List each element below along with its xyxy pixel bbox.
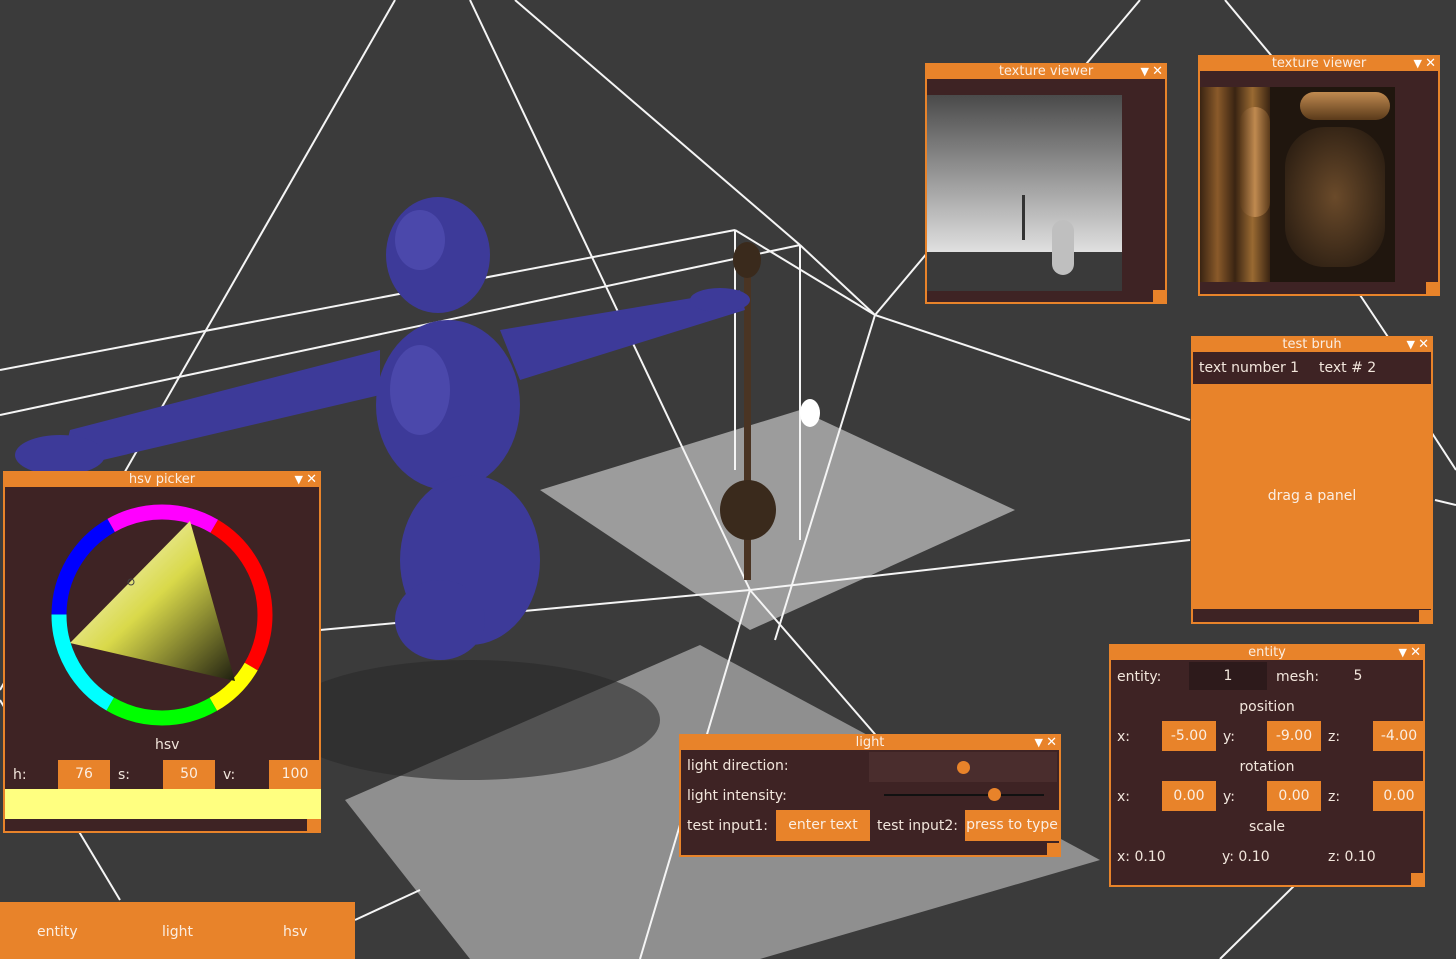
s-input[interactable]: 50	[163, 760, 215, 789]
light-title: light	[855, 736, 885, 750]
resize-handle[interactable]	[1419, 610, 1431, 622]
chevron-down-icon[interactable]: ▼	[1407, 338, 1415, 352]
h-label: h:	[13, 767, 27, 783]
texture-viewer-titlebar[interactable]: texture viewer ▼ ✕	[1200, 57, 1438, 71]
color-wheel[interactable]	[50, 503, 275, 728]
texture-blade	[1300, 92, 1390, 120]
text-number-2: text # 2	[1319, 360, 1377, 376]
texture-horn	[1240, 107, 1270, 217]
texture-viewer-titlebar[interactable]: texture viewer ▼ ✕	[927, 65, 1165, 79]
direction-handle[interactable]	[957, 761, 970, 774]
texture-skull	[1285, 127, 1385, 267]
taskbar-item-entity[interactable]: entity	[37, 924, 78, 940]
close-icon[interactable]: ✕	[1425, 57, 1436, 71]
chevron-down-icon[interactable]: ▼	[1035, 736, 1043, 750]
taskbar-item-hsv[interactable]: hsv	[283, 924, 307, 940]
v-input[interactable]: 100	[269, 760, 321, 789]
mesh-label: mesh:	[1276, 669, 1320, 685]
test-bruh-titlebar[interactable]: test bruh ▼ ✕	[1193, 338, 1431, 352]
light-direction-label: light direction:	[687, 758, 789, 774]
entity-title: entity	[1248, 646, 1286, 660]
rotation-x-input[interactable]: 0.00	[1162, 781, 1216, 811]
staff-top	[733, 242, 761, 278]
text-number-1: text number 1	[1199, 360, 1300, 376]
entity-panel[interactable]: entity ▼ ✕ entity: 1 mesh: 5 position x:…	[1109, 644, 1425, 887]
light-intensity-label: light intensity:	[687, 788, 787, 804]
light-gizmo-icon[interactable]	[800, 399, 820, 427]
figure-silhouette	[1052, 220, 1074, 275]
mesh-id-field[interactable]: 5	[1319, 662, 1397, 690]
diffuse-texture-image	[1200, 87, 1395, 282]
chevron-down-icon[interactable]: ▼	[1414, 57, 1422, 71]
test-input1-label: test input1:	[687, 818, 768, 834]
light-panel[interactable]: light ▼ ✕ light direction: light intensi…	[679, 734, 1061, 857]
close-icon[interactable]: ✕	[306, 473, 317, 487]
taskbar-item-light[interactable]: light	[162, 924, 193, 940]
position-heading: position	[1239, 699, 1295, 715]
resize-handle[interactable]	[1411, 873, 1423, 885]
panel-taskbar: entity light hsv	[0, 902, 355, 959]
depth-texture-image	[927, 95, 1122, 291]
scale-x-value[interactable]: x: 0.10	[1117, 849, 1166, 865]
resize-handle[interactable]	[1426, 282, 1438, 294]
rotation-y-input[interactable]: 0.00	[1267, 781, 1321, 811]
entity-id-field[interactable]: 1	[1189, 662, 1267, 690]
scale-heading: scale	[1248, 819, 1286, 835]
rotation-z-label: z:	[1328, 789, 1341, 805]
position-x-input[interactable]: -5.00	[1162, 721, 1216, 751]
test-bruh-title: test bruh	[1282, 338, 1342, 352]
entity-titlebar[interactable]: entity ▼ ✕	[1111, 646, 1423, 660]
resize-handle[interactable]	[1153, 290, 1165, 302]
drag-panel-label: drag a panel	[1267, 488, 1357, 504]
chevron-down-icon[interactable]: ▼	[295, 473, 303, 487]
hsv-picker-titlebar[interactable]: hsv picker ▼ ✕	[5, 473, 319, 487]
test-bruh-panel[interactable]: test bruh ▼ ✕ text number 1 text # 2 dra…	[1191, 336, 1433, 624]
color-preview-swatch	[5, 789, 321, 819]
resize-handle[interactable]	[307, 819, 319, 831]
chevron-down-icon[interactable]: ▼	[1141, 65, 1149, 79]
entity-label: entity:	[1117, 669, 1162, 685]
rotation-y-label: y:	[1223, 789, 1235, 805]
close-icon[interactable]: ✕	[1410, 646, 1421, 660]
s-label: s:	[118, 767, 131, 783]
scale-z-value[interactable]: z: 0.10	[1328, 849, 1376, 865]
texture-viewer-title: texture viewer	[998, 65, 1094, 79]
scale-y-value[interactable]: y: 0.10	[1222, 849, 1270, 865]
texture-viewer-panel-2[interactable]: texture viewer ▼ ✕	[1198, 55, 1440, 296]
test-input1[interactable]: enter text	[776, 810, 870, 841]
position-x-label: x:	[1117, 729, 1131, 745]
figure-shadow	[280, 660, 660, 780]
hsv-picker-panel[interactable]: hsv picker ▼ ✕ hsv h: 76 s: 50 v: 100	[3, 471, 321, 833]
close-icon[interactable]: ✕	[1046, 736, 1057, 750]
staff-head	[720, 480, 776, 540]
light-titlebar[interactable]: light ▼ ✕	[681, 736, 1059, 750]
hsv-mode-label: hsv	[155, 737, 180, 753]
chevron-down-icon[interactable]: ▼	[1399, 646, 1407, 660]
light-direction-control[interactable]	[869, 752, 1057, 782]
texture-viewer-panel-1[interactable]: texture viewer ▼ ✕	[925, 63, 1167, 304]
test-input2[interactable]: press to type	[965, 810, 1059, 841]
close-icon[interactable]: ✕	[1418, 338, 1429, 352]
position-y-label: y:	[1223, 729, 1235, 745]
test-input2-label: test input2:	[877, 818, 958, 834]
light-intensity-slider[interactable]	[884, 788, 1044, 801]
staff-silhouette	[1022, 195, 1025, 240]
rotation-x-label: x:	[1117, 789, 1131, 805]
intensity-slider-thumb[interactable]	[988, 788, 1001, 801]
position-z-label: z:	[1328, 729, 1341, 745]
drag-panel-area[interactable]: drag a panel	[1193, 384, 1431, 609]
h-input[interactable]: 76	[58, 760, 110, 789]
rotation-heading: rotation	[1239, 759, 1295, 775]
position-z-input[interactable]: -4.00	[1373, 721, 1425, 751]
hsv-picker-title: hsv picker	[128, 473, 196, 487]
rotation-z-input[interactable]: 0.00	[1373, 781, 1425, 811]
resize-handle[interactable]	[1047, 843, 1059, 855]
position-y-input[interactable]: -9.00	[1267, 721, 1321, 751]
v-label: v:	[223, 767, 236, 783]
texture-viewer-title: texture viewer	[1271, 57, 1367, 71]
close-icon[interactable]: ✕	[1152, 65, 1163, 79]
